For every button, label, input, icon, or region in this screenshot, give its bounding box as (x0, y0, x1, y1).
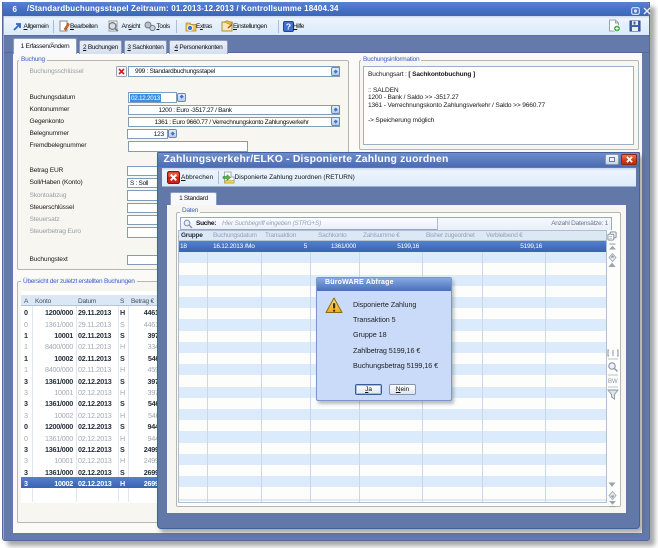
svg-text:?: ? (286, 22, 291, 32)
svg-text:BW: BW (608, 379, 618, 385)
